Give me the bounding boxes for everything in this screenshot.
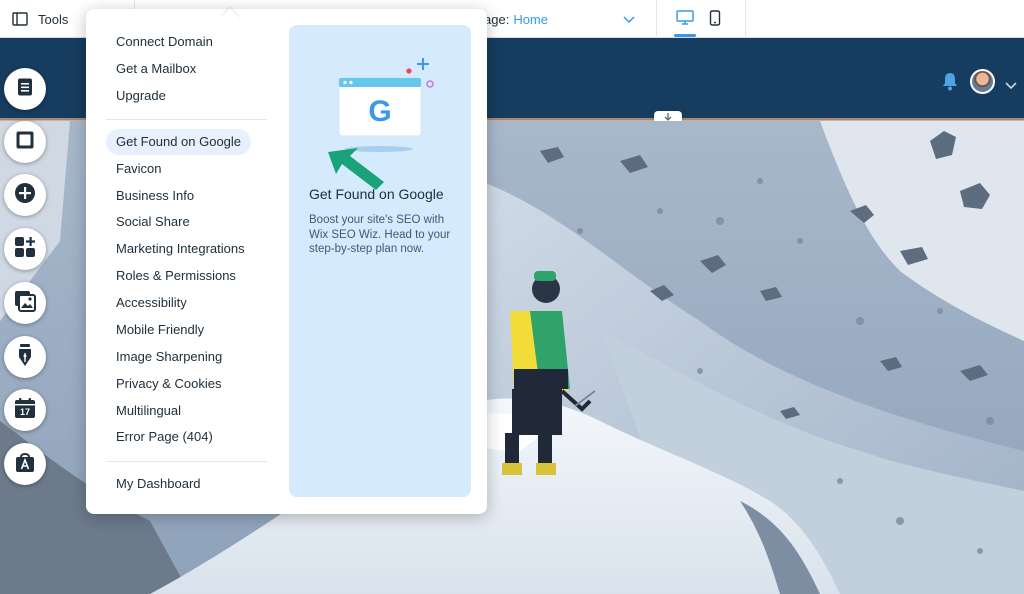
pages-menu-button[interactable]: [4, 68, 46, 110]
menu-item-favicon[interactable]: Favicon: [106, 156, 172, 182]
bell-icon[interactable]: [941, 71, 959, 96]
active-view-indicator: [674, 34, 696, 37]
menu-item-accessibility[interactable]: Accessibility: [106, 290, 197, 316]
tools-label: Tools: [38, 11, 69, 27]
media-button[interactable]: [4, 282, 46, 324]
menu-item-get-a-mailbox[interactable]: Get a Mailbox: [106, 56, 206, 82]
pages-icon: [15, 77, 35, 102]
menu-item-my-dashboard[interactable]: My Dashboard: [106, 471, 211, 497]
avatar[interactable]: [970, 69, 995, 94]
background-icon: [15, 130, 35, 155]
divider: [745, 0, 746, 38]
blog-pen-icon: [16, 343, 34, 372]
green-arrow-pointer: [326, 146, 386, 196]
add-elements-button[interactable]: [4, 174, 46, 216]
google-browser-illustration: G: [335, 42, 435, 157]
menu-item-connect-domain[interactable]: Connect Domain: [106, 29, 223, 55]
app-market-icon: [14, 451, 36, 478]
add-apps-icon: [14, 236, 36, 263]
tools-popup-menu: Connect Domain Get a Mailbox Upgrade Get…: [86, 8, 487, 514]
page-selector[interactable]: age: Home: [484, 0, 548, 38]
app-market-button[interactable]: [4, 443, 46, 485]
menu-item-privacy-cookies[interactable]: Privacy & Cookies: [106, 371, 231, 397]
menu-item-business-info[interactable]: Business Info: [106, 183, 204, 209]
menu-item-mobile-friendly[interactable]: Mobile Friendly: [106, 317, 214, 343]
blog-button[interactable]: [4, 336, 46, 378]
menu-item-social-share[interactable]: Social Share: [106, 209, 200, 235]
menu-item-get-found-on-google[interactable]: Get Found on Google: [106, 129, 252, 155]
add-apps-button[interactable]: [4, 228, 46, 270]
promo-panel: G Get Found on Google Boost your site's …: [289, 25, 471, 497]
chevron-down-icon[interactable]: [623, 12, 635, 30]
add-icon: [14, 182, 36, 209]
bookings-button[interactable]: 17: [4, 389, 46, 431]
page-selector-value: Home: [513, 11, 548, 27]
menu-item-upgrade[interactable]: Upgrade: [106, 83, 176, 109]
divider: [656, 0, 657, 38]
media-icon: [14, 290, 36, 317]
menu-item-roles-permissions[interactable]: Roles & Permissions: [106, 263, 246, 289]
bookings-calendar-icon: 17: [14, 397, 36, 424]
mobile-view-icon[interactable]: [709, 10, 721, 31]
menu-divider: [106, 461, 267, 462]
promo-description: Boost your site's SEO with Wix SEO Wiz. …: [309, 214, 451, 255]
tools-icon: [12, 12, 28, 26]
menu-divider: [106, 119, 267, 120]
page-selector-prefix: age:: [484, 11, 510, 27]
calendar-badge: 17: [20, 407, 30, 417]
desktop-view-icon[interactable]: [676, 10, 694, 31]
menu-item-image-sharpening[interactable]: Image Sharpening: [106, 344, 232, 370]
menu-item-error-page[interactable]: Error Page (404): [106, 424, 223, 450]
tools-menu-button[interactable]: Tools: [12, 0, 68, 38]
menu-item-marketing-integrations[interactable]: Marketing Integrations: [106, 236, 255, 262]
google-g-logo: G: [368, 95, 391, 128]
menu-item-multilingual[interactable]: Multilingual: [106, 398, 191, 424]
chevron-down-icon[interactable]: [1005, 77, 1017, 95]
popup-notch: [220, 8, 240, 28]
background-menu-button[interactable]: [4, 121, 46, 163]
